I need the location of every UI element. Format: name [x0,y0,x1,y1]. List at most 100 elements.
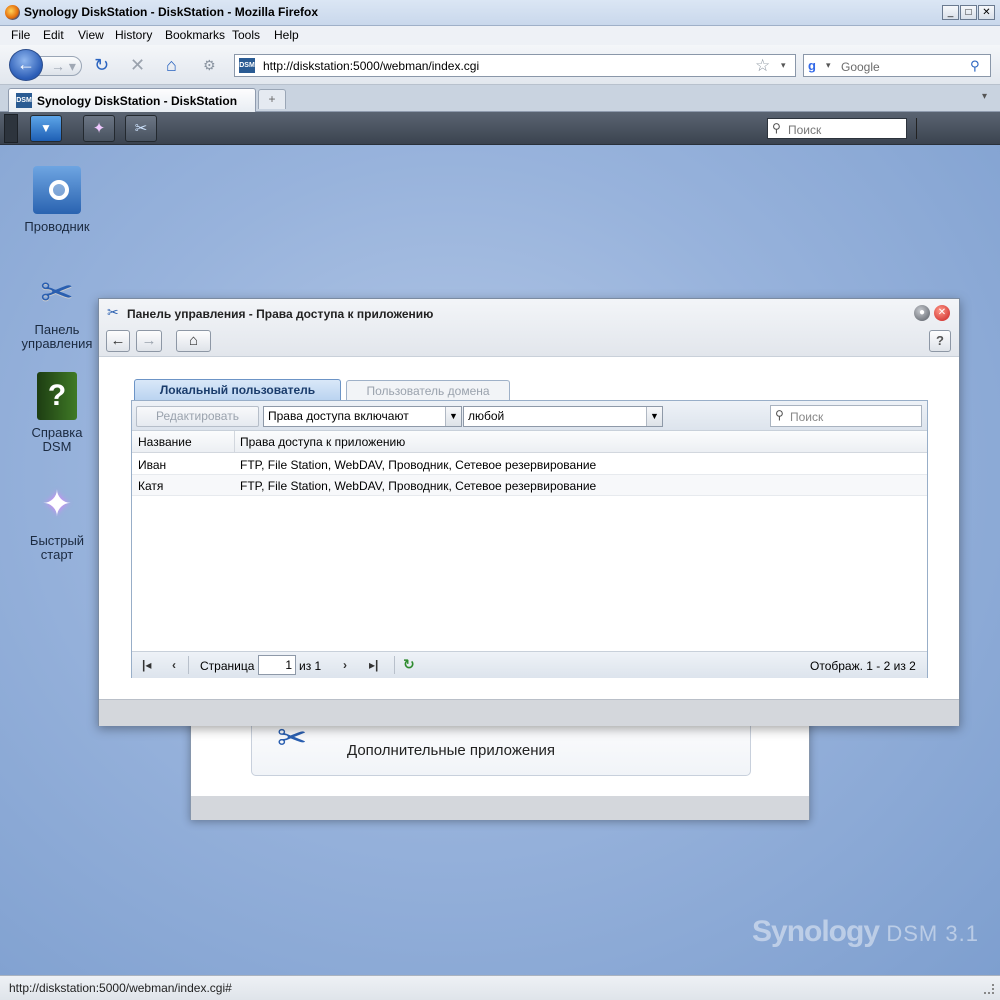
url-text: http://diskstation:5000/webman/index.cgi [263,59,480,73]
home-icon[interactable]: ⌂ [166,56,177,74]
taskbar-grip [4,114,18,143]
google-icon[interactable]: g [808,58,824,74]
browser-tab-active[interactable]: DSM Synology DiskStation - DiskStation [8,88,256,112]
search-icon: ⚲ [775,408,784,422]
menu-tools[interactable]: Tools [232,28,260,42]
desktop-icon-label: Проводник [24,219,90,234]
column-divider [234,431,235,453]
pager-divider [188,656,189,674]
close-icon[interactable]: ✕ [978,5,995,20]
menu-history[interactable]: History [115,28,152,42]
close-window-icon[interactable]: ✕ [934,305,950,321]
desktop-icon-control-panel[interactable]: ✂ Панель управления [7,269,107,351]
browser-menu-bar: File Edit View History Bookmarks Tools H… [0,26,1000,45]
home-nav-button[interactable]: ⌂ [176,330,211,352]
synology-logo-text: Synology [752,915,880,948]
back-button[interactable]: ← [9,49,43,81]
browser-search-box[interactable]: g ▾ Google ⚲ [803,54,991,77]
browser-status-bar: http://diskstation:5000/webman/index.cgi… [0,975,1000,1000]
quick-start-taskbar-icon[interactable]: ✦ [83,115,115,142]
main-menu-button[interactable]: ▼ [30,115,62,142]
status-url: http://diskstation:5000/webman/index.cgi… [9,981,232,995]
control-panel-taskbar-icon[interactable]: ✂ [125,115,157,142]
privilege-filter-select[interactable]: Права доступа включают ▼ [263,406,462,427]
chevron-down-icon: ▼ [646,407,662,426]
tab-favicon-icon: DSM [16,93,32,108]
search-icon[interactable]: ⚲ [970,58,980,74]
reload-icon[interactable]: ↻ [94,56,109,74]
desktop-icon-label: Справка DSM [31,425,83,454]
menu-edit[interactable]: Edit [43,28,64,42]
column-header-name[interactable]: Название [138,435,192,449]
folder-search-icon [33,166,81,214]
table-header: Название Права доступа к приложению [132,431,927,453]
privilege-filter-value: Права доступа включают [268,409,409,423]
refresh-icon[interactable]: ↻ [403,656,415,673]
desktop-icon-label: Быстрый старт [29,533,85,562]
dsm-search-placeholder: Поиск [788,123,822,137]
desktop-icon-label: Панель управления [21,322,93,351]
page-label: Страница [200,659,255,673]
row-name: Иван [138,458,167,472]
privilege-value-select[interactable]: любой ▼ [463,406,663,427]
url-bar[interactable]: DSM http://diskstation:5000/webman/index… [234,54,796,77]
panel-search-placeholder: Поиск [790,410,824,424]
page-total-label: из 1 [299,659,322,673]
desktop-icon-quick-start[interactable]: ✦ Быстрый старт [7,480,107,562]
forward-nav-button[interactable]: → [136,330,162,352]
minimize-window-icon[interactable]: ● [914,305,930,321]
help-button[interactable]: ? [929,330,951,352]
tab-domain-user[interactable]: Пользователь домена [346,380,510,401]
page-number-input[interactable]: 1 [258,655,296,675]
chevron-down-icon: ▼ [445,407,461,426]
menu-file[interactable]: File [11,28,30,42]
menu-help[interactable]: Help [274,28,299,42]
minimize-icon[interactable]: _ [942,5,959,20]
background-window-footer [191,796,809,820]
help-book-icon: ? [37,372,77,420]
tab-list-icon[interactable]: ▾ [982,91,987,102]
desktop-icon-help[interactable]: ? Справка DSM [7,372,107,454]
dsm-search-input[interactable]: ⚲ Поиск [767,118,907,139]
url-dropdown-icon[interactable]: ▾ [781,60,786,71]
prev-page-icon[interactable]: ‹ [172,658,176,672]
table-row[interactable]: Катя FTP, File Station, WebDAV, Проводни… [132,475,927,496]
dsm-version-text: DSM 3.1 [886,921,979,946]
firefox-icon [5,5,20,20]
first-page-icon[interactable]: |◂ [142,658,151,672]
stop-icon[interactable]: ✕ [130,56,145,74]
window-footer [99,699,959,726]
browser-tab-label: Synology DiskStation - DiskStation [37,94,238,108]
bookmark-star-icon[interactable]: ☆ [755,56,770,76]
privilege-value-text: любой [468,409,505,423]
window-title: Панель управления - Права доступа к прил… [127,307,434,321]
menu-view[interactable]: View [78,28,104,42]
new-tab-button[interactable]: + [258,89,286,109]
addon-icon[interactable]: ⚙ [203,56,216,74]
control-panel-window: ✂ Панель управления - Права доступа к пр… [98,298,960,726]
next-page-icon[interactable]: › [343,658,347,672]
last-page-icon[interactable]: ▸| [369,658,378,672]
maximize-icon[interactable]: □ [960,5,977,20]
table-row[interactable]: Иван FTP, File Station, WebDAV, Проводни… [132,454,927,475]
search-engine-dropdown-icon[interactable]: ▾ [826,60,831,71]
browser-search-placeholder: Google [841,60,880,74]
back-nav-button[interactable]: ← [106,330,130,352]
pager-toolbar: |◂ ‹ Страница 1 из 1 › ▸| ↻ Отображ. 1 -… [132,651,927,678]
column-header-privileges[interactable]: Права доступа к приложению [240,435,405,449]
resize-grip-icon[interactable] [984,984,994,994]
edit-button[interactable]: Редактировать [136,406,259,427]
dsm-search-icon: ⚲ [772,121,781,135]
forward-button[interactable]: → ▾ [38,56,82,76]
browser-title-bar: Synology DiskStation - DiskStation - Moz… [0,0,1000,26]
desktop-icon-file-browser[interactable]: Проводник [7,166,107,234]
pager-divider [394,656,395,674]
tab-local-user[interactable]: Локальный пользователь [134,379,341,401]
panel-search-input[interactable]: ⚲ Поиск [770,405,922,427]
additional-apps-label: Дополнительные приложения [347,742,556,759]
panel-toolbar: Редактировать Права доступа включают ▼ л… [132,401,927,431]
tools-icon: ✂ [40,271,74,315]
magic-wand-icon: ✦ [41,483,73,524]
menu-bookmarks[interactable]: Bookmarks [165,28,225,42]
browser-tab-bar: DSM Synology DiskStation - DiskStation +… [0,85,1000,112]
